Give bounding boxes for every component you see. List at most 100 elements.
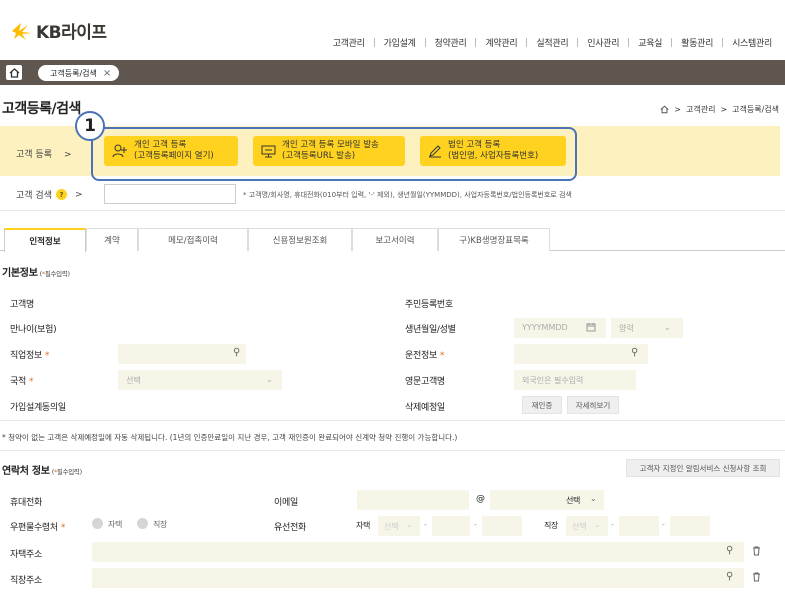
top-bar: KB라이프 고객관리 가입설계 청약관리 계약관리 실적관리 인사관리 교육실 …: [0, 0, 785, 60]
divider: [0, 210, 785, 211]
search-icon[interactable]: ⚲: [233, 347, 240, 358]
tab-memo-contact[interactable]: 메모/접촉이력: [138, 228, 248, 251]
tab-personal-info[interactable]: 인적정보: [4, 228, 86, 252]
job-input[interactable]: [118, 344, 246, 364]
job-label: 직업정보 *: [10, 351, 50, 361]
nationality-label: 국적 *: [10, 377, 34, 387]
page-title: 고객등록/검색: [2, 101, 81, 117]
radio-work[interactable]: [137, 518, 148, 529]
radio-home[interactable]: [92, 518, 103, 529]
tab-contract[interactable]: 계약: [86, 228, 138, 251]
search-hint: * 고객명/회사명, 휴대전화(010부터 입력, '-' 제외), 생년월일(…: [243, 191, 572, 199]
step-badge: 1: [75, 111, 105, 141]
nav-system[interactable]: 시스템관리: [723, 36, 781, 49]
landline-work-last-input[interactable]: [670, 516, 710, 536]
insurance-age-label: 만나이(보험): [10, 325, 57, 335]
email-label: 이메일: [274, 498, 298, 508]
dash: -: [424, 520, 427, 529]
breadcrumb-sep: >: [720, 105, 728, 114]
reconsent-button[interactable]: 재인증: [522, 396, 562, 414]
home-icon: [9, 67, 19, 78]
detail-button[interactable]: 자세히보기: [567, 396, 619, 414]
nav-customer[interactable]: 고객관리: [324, 36, 374, 49]
landline-home-last-input[interactable]: [482, 516, 522, 536]
tab-customer-register[interactable]: 고객등록/검색 ×: [38, 65, 120, 81]
nav-plan[interactable]: 가입설계: [375, 36, 425, 49]
nav-education[interactable]: 교육실: [629, 36, 671, 49]
detail-tabs: 인적정보 계약 메모/접촉이력 신용정보원조회 보고서이력 구)KB생명장표목록: [0, 228, 785, 252]
mail-receive-label: 우편물수령처 *: [10, 523, 66, 533]
landline-home-mid-input[interactable]: [432, 516, 470, 536]
radio-work-label: 직장: [153, 520, 168, 529]
tab-credit-inquiry[interactable]: 신용정보원조회: [248, 228, 352, 251]
kb-star-icon: [12, 22, 32, 40]
email-id-input[interactable]: [357, 490, 469, 510]
close-icon[interactable]: ×: [103, 68, 111, 79]
register-label: 고객 등록 >: [16, 150, 72, 160]
nav-contract[interactable]: 계약관리: [476, 36, 526, 49]
english-placeholder: 외국인은 필수입력: [522, 376, 584, 385]
delete-date-label: 삭제예정일: [405, 403, 445, 413]
driving-input[interactable]: [514, 344, 648, 364]
home-icon[interactable]: [660, 105, 669, 114]
kb-life-logo[interactable]: KB라이프: [8, 18, 107, 43]
birth-placeholder: YYYYMMDD: [522, 323, 568, 332]
birth-gender-label: 생년월일/성별: [405, 325, 456, 335]
dash: -: [611, 520, 614, 529]
tab-report-history[interactable]: 보고서이력: [352, 228, 438, 251]
alarm-service-button[interactable]: 고객자 지정인 알림서비스 신청사항 조회: [626, 459, 780, 477]
nav-hr[interactable]: 인사관리: [578, 36, 628, 49]
breadcrumb-sep: >: [674, 105, 681, 114]
trash-icon[interactable]: [752, 572, 761, 582]
nav-activity[interactable]: 활동관리: [672, 36, 722, 49]
home-address-label: 자택주소: [10, 550, 42, 560]
logo-text: KB라이프: [36, 23, 107, 43]
help-icon[interactable]: ?: [55, 189, 67, 200]
dash: -: [662, 520, 665, 529]
contact-info-title: 연락처 정보 (*필수입력): [2, 466, 82, 477]
home-address-input[interactable]: [92, 542, 744, 562]
tab-chip-label: 고객등록/검색: [50, 68, 97, 78]
email-domain-select[interactable]: [490, 490, 604, 510]
breadcrumb-item[interactable]: 고객등록/검색: [732, 104, 779, 115]
nav-subscription[interactable]: 청약관리: [426, 36, 476, 49]
landline-label: 유선전화: [274, 523, 306, 533]
chevron-down-icon: ⌄: [594, 520, 601, 529]
trash-icon[interactable]: [752, 546, 761, 556]
open-tabs-bar: 고객등록/검색 ×: [0, 60, 785, 85]
landline-home-label: 자택: [356, 521, 371, 530]
gender-placeholder: 양력: [619, 324, 634, 333]
customer-search-input[interactable]: [104, 184, 236, 204]
work-address-input[interactable]: [92, 568, 744, 588]
chevron-down-icon: ⌄: [266, 375, 273, 384]
search-icon[interactable]: ⚲: [631, 347, 638, 358]
breadcrumb-item[interactable]: 고객관리: [686, 104, 715, 115]
chevron-down-icon: ⌄: [406, 520, 413, 529]
landline-work-mid-input[interactable]: [619, 516, 659, 536]
calendar-icon[interactable]: [586, 322, 596, 332]
email-select-value: 선택: [566, 496, 581, 505]
area-select-value: 선택: [384, 522, 399, 531]
radio-home-label: 자택: [108, 520, 123, 529]
area-select-value: 선택: [572, 522, 587, 531]
work-address-label: 직장주소: [10, 576, 42, 586]
nationality-placeholder: 선택: [126, 376, 141, 385]
nav-performance[interactable]: 실적관리: [527, 36, 577, 49]
driving-label: 운전정보 *: [405, 351, 445, 361]
basic-info-title: 기본정보 (*필수입력): [2, 268, 70, 279]
breadcrumb: > 고객관리 > 고객등록/검색: [660, 104, 779, 115]
search-icon[interactable]: ⚲: [726, 571, 733, 582]
tab-kb-old-report[interactable]: 구)KB생명장표목록: [438, 228, 550, 251]
highlight-box: [91, 127, 577, 181]
resident-no-label: 주민등록번호: [405, 300, 453, 310]
mobile-label: 휴대전화: [10, 498, 42, 508]
nationality-select[interactable]: [118, 370, 282, 390]
divider: [0, 420, 785, 421]
divider: [0, 450, 785, 451]
search-label: 고객 검색 ? >: [16, 189, 83, 201]
search-icon[interactable]: ⚲: [726, 545, 733, 556]
home-button[interactable]: [6, 65, 22, 80]
consent-date-label: 가입설계동의일: [10, 403, 66, 413]
delete-notice: * 청약이 없는 고객은 삭제예정일에 자동 삭제됩니다. (1년의 인증만료일…: [2, 433, 458, 442]
main-nav: 고객관리 가입설계 청약관리 계약관리 실적관리 인사관리 교육실 활동관리 시…: [324, 36, 781, 49]
